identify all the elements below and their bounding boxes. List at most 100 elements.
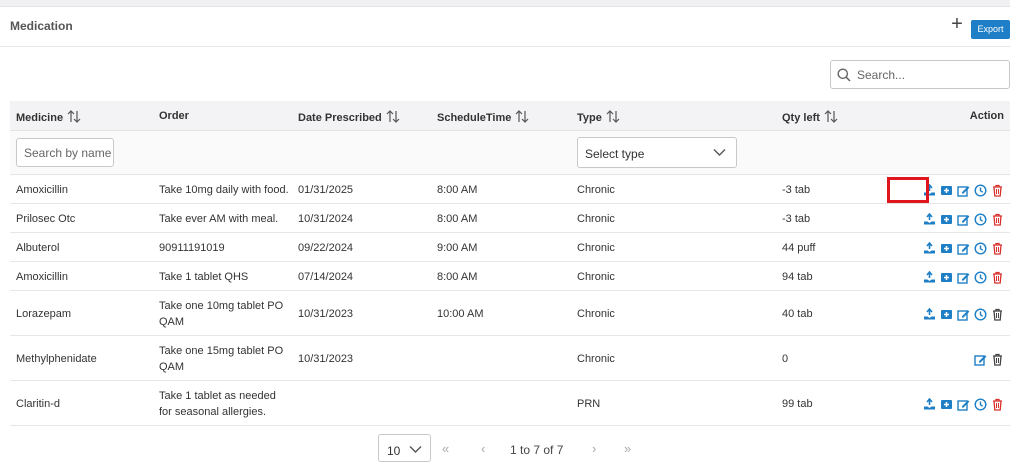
medicine-cell: Amoxicillin — [16, 184, 68, 196]
edit-icon[interactable] — [957, 308, 970, 321]
trash-icon[interactable] — [991, 184, 1004, 197]
first-page-button[interactable]: « — [442, 441, 449, 456]
order-line: QAM — [159, 361, 185, 373]
type-cell: Chronic — [577, 308, 615, 320]
panel-title: Medication — [10, 19, 73, 33]
export-button[interactable]: Export — [971, 20, 1010, 39]
edit-icon[interactable] — [957, 213, 970, 226]
chevron-down-icon — [409, 446, 422, 453]
row-actions — [923, 241, 1004, 255]
add-square-icon[interactable] — [940, 308, 953, 321]
clock-icon[interactable] — [974, 242, 987, 255]
col-qty[interactable]: Qty left — [782, 110, 838, 124]
sort-icon[interactable] — [67, 110, 81, 123]
col-schedule[interactable]: ScheduleTime — [437, 110, 529, 124]
schedule-cell: 10:00 AM — [437, 308, 484, 320]
table-row: Amoxicillin Take 10mg daily with food. 01/… — [10, 175, 1010, 204]
edit-icon[interactable] — [974, 353, 987, 366]
page-size-select[interactable]: 10 — [378, 434, 431, 462]
dispense-icon[interactable] — [923, 241, 936, 255]
order-cell: Take one 15mg tablet PO QAM — [159, 343, 294, 375]
qty-cell: 99 tab — [782, 398, 813, 410]
order-line: Take one 10mg tablet PO — [159, 300, 284, 312]
dispense-icon[interactable] — [923, 270, 936, 284]
type-cell: Chronic — [577, 271, 615, 283]
dispense-icon[interactable] — [923, 397, 936, 411]
order-cell: Take 10mg daily with food. — [159, 182, 294, 198]
date-cell: 01/31/2025 — [298, 184, 354, 196]
edit-icon[interactable] — [957, 271, 970, 284]
add-square-icon[interactable] — [940, 242, 953, 255]
date-cell: 09/22/2024 — [298, 242, 354, 254]
medicine-cell: Lorazepam — [16, 308, 72, 320]
edit-icon[interactable] — [957, 242, 970, 255]
name-filter-input[interactable] — [16, 138, 114, 167]
qty-cell: 44 puff — [782, 242, 816, 254]
dispense-icon[interactable] — [923, 212, 936, 226]
sort-icon[interactable] — [515, 110, 529, 123]
type-select[interactable]: Select type — [577, 137, 737, 168]
add-square-icon[interactable] — [940, 271, 953, 284]
sort-icon[interactable] — [606, 110, 620, 123]
trash-icon[interactable] — [991, 242, 1004, 255]
col-medicine-label: Medicine — [16, 112, 64, 124]
type-cell: Chronic — [577, 242, 615, 254]
search-box[interactable] — [830, 60, 1010, 89]
col-type[interactable]: Type — [577, 110, 620, 124]
prev-page-button[interactable]: ‹ — [481, 441, 485, 456]
add-square-icon[interactable] — [940, 398, 953, 411]
type-cell: PRN — [577, 398, 601, 410]
col-type-label: Type — [577, 112, 602, 124]
clock-icon[interactable] — [974, 398, 987, 411]
sort-icon[interactable] — [386, 110, 400, 123]
trash-icon[interactable] — [991, 213, 1004, 226]
add-square-icon[interactable] — [940, 184, 953, 197]
medicine-cell: Albuterol — [16, 242, 60, 254]
order-cell: Take 1 tablet as needed for seasonal alle… — [159, 388, 294, 420]
highlight-box — [887, 177, 929, 203]
date-cell: 10/31/2024 — [298, 213, 354, 225]
top-band — [0, 0, 1010, 7]
date-cell: 10/31/2023 — [298, 308, 354, 320]
col-action: Action — [969, 110, 1004, 122]
table-row: Amoxicillin Take 1 tablet QHS 07/14/2024 8:… — [10, 262, 1010, 291]
row-actions — [923, 397, 1004, 411]
col-date[interactable]: Date Prescribed — [298, 110, 400, 124]
row-actions — [974, 353, 1004, 366]
row-actions — [923, 307, 1004, 321]
order-cell: Take 1 tablet QHS — [159, 269, 294, 285]
schedule-cell: 8:00 AM — [437, 213, 478, 225]
clock-icon[interactable] — [974, 308, 987, 321]
table-row: Albuterol 90911191019 09/22/2024 9:00 AM Chr… — [10, 233, 1010, 262]
last-page-button[interactable]: » — [624, 441, 631, 456]
sort-icon[interactable] — [824, 110, 838, 123]
trash-icon[interactable] — [991, 353, 1004, 366]
order-line: Take 10mg daily with food. — [159, 184, 289, 196]
chevron-down-icon — [713, 149, 726, 156]
edit-icon[interactable] — [957, 398, 970, 411]
table-row: Prilosec Otc Take ever AM with meal. 10/31… — [10, 204, 1010, 233]
table-row: Claritin-d Take 1 tablet as needed for sea… — [10, 381, 1010, 426]
order-line: Take one 15mg tablet PO — [159, 345, 284, 357]
add-square-icon[interactable] — [940, 213, 953, 226]
clock-icon[interactable] — [974, 213, 987, 226]
dispense-icon[interactable] — [923, 307, 936, 321]
clock-icon[interactable] — [974, 184, 987, 197]
medicine-cell: Claritin-d — [16, 398, 61, 410]
edit-icon[interactable] — [957, 184, 970, 197]
col-schedule-label: ScheduleTime — [437, 112, 512, 124]
header-divider — [0, 46, 1010, 47]
date-cell: 10/31/2023 — [298, 353, 354, 365]
next-page-button[interactable]: › — [592, 441, 596, 456]
filter-row: Select type — [10, 131, 1010, 175]
type-cell: Chronic — [577, 184, 615, 196]
add-medication-button[interactable]: + — [948, 14, 966, 34]
trash-icon[interactable] — [991, 308, 1004, 321]
trash-icon[interactable] — [991, 271, 1004, 284]
clock-icon[interactable] — [974, 271, 987, 284]
order-line: Take 1 tablet QHS — [159, 271, 249, 283]
search-input[interactable] — [857, 65, 1005, 85]
col-medicine[interactable]: Medicine — [16, 110, 81, 124]
trash-icon[interactable] — [991, 398, 1004, 411]
order-line: QAM — [159, 316, 185, 328]
